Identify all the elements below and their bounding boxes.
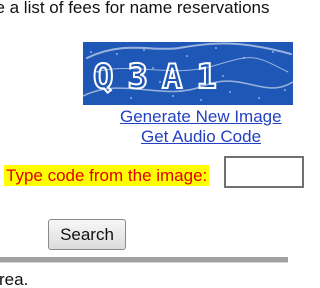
get-audio-code-link[interactable]: Get Audio Code <box>141 127 261 147</box>
search-button[interactable]: Search <box>48 219 126 250</box>
captcha-text: Q3A1 <box>93 57 231 97</box>
generate-new-image-link[interactable]: Generate New Image <box>120 107 282 127</box>
captcha-image: Q3A1 <box>83 42 293 105</box>
captcha-code-input[interactable] <box>224 156 304 188</box>
section-divider <box>0 257 288 263</box>
footer-text: rea. <box>0 270 29 288</box>
intro-text: ee a list of fees for name reservations <box>0 0 270 17</box>
captcha-code-label: Type code from the image: <box>4 165 210 186</box>
